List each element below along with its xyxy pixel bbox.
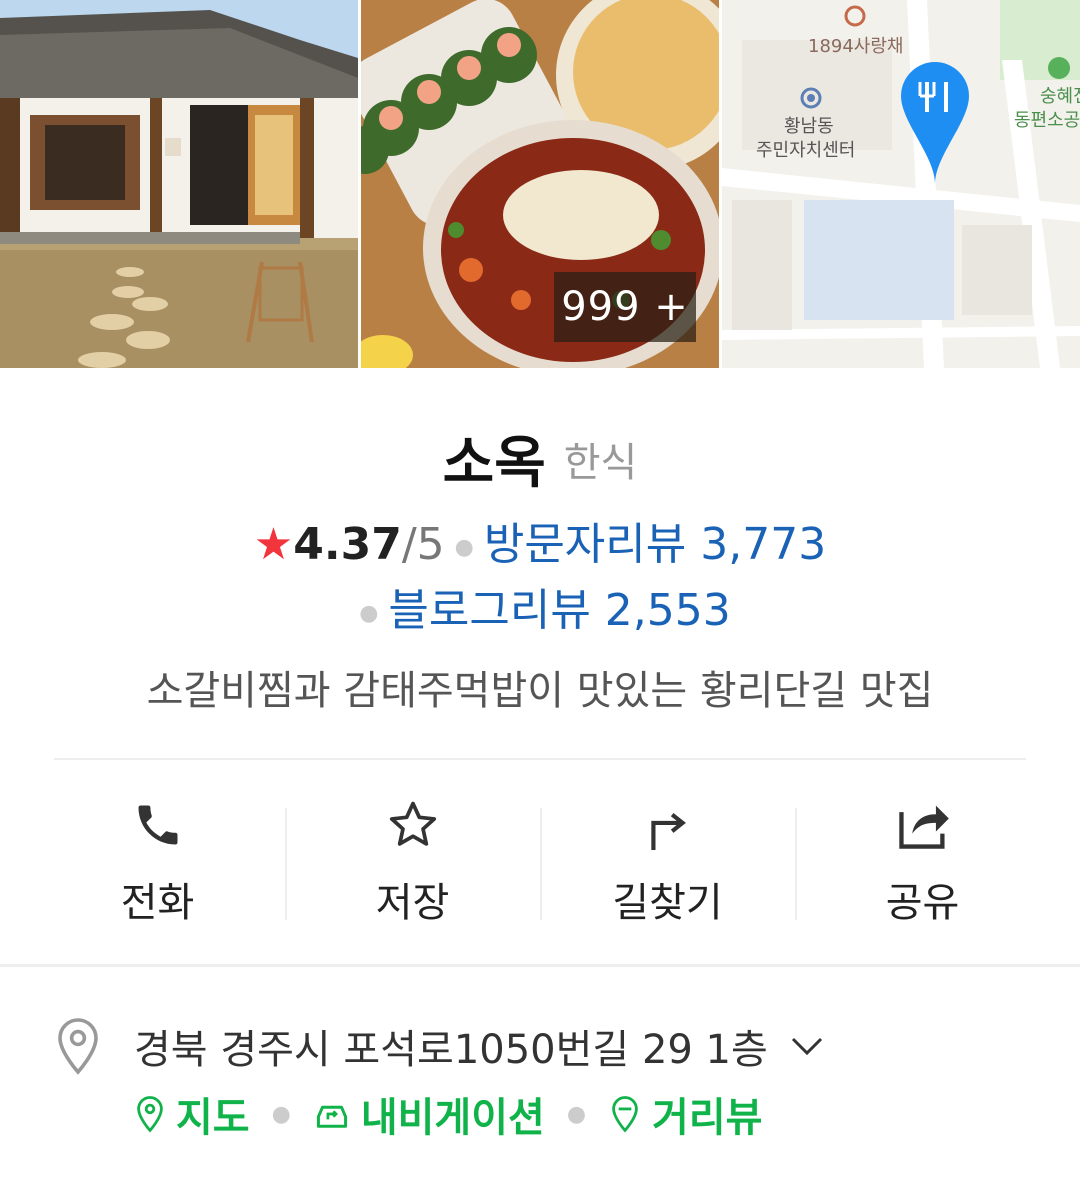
call-label: 전화 [120,880,195,926]
save-button[interactable]: 저장 [285,790,540,930]
map-label-poi-2a: 황남동 [784,116,834,137]
map-pin-icon [137,1096,163,1133]
photo-more-count[interactable]: 999 + [554,272,696,342]
phone-icon [138,805,177,845]
map-label-poi-3b: 동편소공 [1014,110,1080,131]
share-button[interactable]: 공유 [795,790,1050,930]
separator-dot: ● [566,1101,587,1127]
call-button[interactable]: 전화 [30,790,285,930]
navigation-link-label: 내비게이션 [360,1095,545,1141]
street-view-link[interactable]: 거리뷰 [608,1085,762,1143]
blog-row: ● 블로그리뷰 2,553 [0,574,1080,638]
photo-hanok-exterior[interactable] [0,0,358,368]
street-view-icon [612,1096,638,1133]
location-pin-icon [58,1018,98,1075]
chevron-down-icon[interactable] [790,1036,824,1056]
directions-button[interactable]: 길찾기 [540,790,795,930]
section-divider [0,964,1080,967]
address-links: 지도 ● 내비게이션 ● 거리뷰 [134,1086,762,1142]
directions-icon [650,812,686,850]
place-category: 한식 [563,439,638,486]
address-text: 경북 경주시 포석로1050번길 29 1층 [134,1027,768,1073]
place-name: 소옥 [442,431,546,496]
action-bar: 전화 저장 길찾기 공유 [30,790,1050,930]
mini-map[interactable]: 1894사랑채 황남동 주민자치센터 숭혜전 동편소공 [722,0,1080,368]
map-link[interactable]: 지도 [134,1085,250,1143]
photo-strip: 999 + 1894사랑채 황남동 주민자치센터 숭혜전 [0,0,1080,368]
divider [54,758,1026,760]
navigation-link[interactable]: 내비게이션 [313,1085,545,1143]
map-label-poi-2b: 주민자치센터 [756,140,855,161]
place-description: 소갈비찜과 감태주먹밥이 맛있는 황리단길 맛집 [146,668,934,714]
photo-food[interactable]: 999 + [361,0,719,368]
directions-label: 길찾기 [612,880,723,926]
share-label: 공유 [885,880,960,926]
save-label: 저장 [375,880,450,926]
star-icon: ★ [253,519,294,570]
separator-dot: ● [359,600,379,626]
star-outline-icon [389,801,436,846]
map-label-poi-3a: 숭혜전 [1040,86,1080,107]
visitor-review-link[interactable]: 방문자리뷰 3,773 [484,519,826,570]
rating-score: 4.37 [293,519,402,570]
street-view-link-label: 거리뷰 [652,1095,763,1141]
map-link-label: 지도 [176,1095,250,1141]
blog-review-link[interactable]: 블로그리뷰 2,553 [388,585,730,636]
separator-dot: ● [271,1101,291,1127]
title-row: 소옥 한식 [0,418,1080,499]
car-icon [316,1105,347,1128]
separator-dot: ● [454,534,474,560]
address-row[interactable]: 경북 경주시 포석로1050번길 29 1층 [54,1016,1034,1076]
rating-max: /5 [401,519,445,570]
rating-row: ★4.37/5 ● 방문자리뷰 3,773 [0,508,1080,572]
share-icon [898,805,949,849]
map-label-poi-1: 1894사랑채 [808,36,904,57]
